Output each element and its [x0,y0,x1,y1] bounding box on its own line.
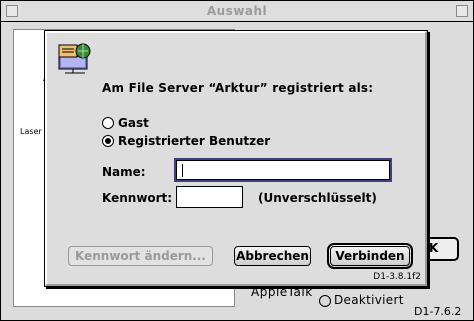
password-input[interactable] [176,186,243,208]
dialog-heading: Am File Server “Arktur” registriert als: [102,81,374,95]
registered-user-radio[interactable] [102,135,114,147]
ok-button-label: K [429,241,439,255]
guest-radio[interactable] [102,117,114,129]
change-password-button[interactable]: Kennwort ändern... [68,246,213,266]
name-label: Name: [102,165,146,179]
registered-user-option[interactable]: Registrierter Benutzer [102,133,270,149]
file-server-login-dialog: Am File Server “Arktur” registriert als:… [44,30,428,287]
dialog-version: D1-3.8.1f2 [373,272,421,282]
unencrypted-note: (Unverschlüsselt) [258,191,377,205]
file-server-icon [58,43,91,74]
appletalk-label: AppleTalk [251,285,313,299]
chooser-title: Auswahl [206,4,268,18]
driver-item-label: Laser [20,127,42,136]
appletalk-inactive-label: Deaktiviert [334,293,404,307]
name-input[interactable] [176,160,390,180]
chooser-version: D1-7.6.2 [414,305,462,318]
password-label: Kennwort: [102,191,173,205]
guest-label: Gast [118,116,149,130]
appletalk-inactive-radio[interactable] [319,295,331,307]
registered-user-label: Registrierter Benutzer [118,134,271,148]
zoom-box[interactable] [456,5,468,17]
cancel-button[interactable]: Abbrechen [234,246,311,266]
guest-option[interactable]: Gast [102,115,149,131]
connect-button[interactable]: Verbinden [330,246,410,266]
chooser-titlebar[interactable]: Auswahl [1,1,473,22]
text-cursor [182,164,183,177]
